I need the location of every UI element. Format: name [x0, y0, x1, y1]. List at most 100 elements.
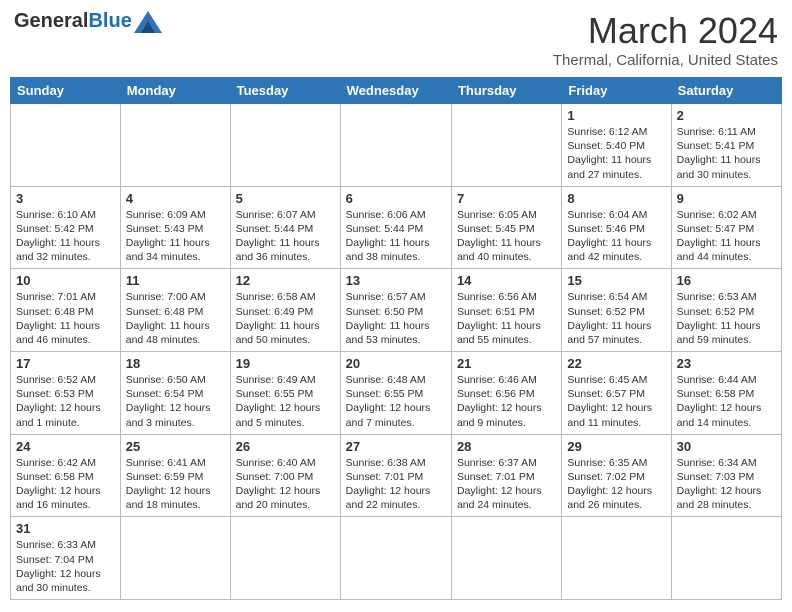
day-number: 10 — [16, 273, 115, 288]
day-number: 22 — [567, 356, 665, 371]
logo-blue-text: Blue — [88, 10, 131, 33]
day-number: 3 — [16, 191, 115, 206]
calendar-cell: 5Sunrise: 6:07 AM Sunset: 5:44 PM Daylig… — [230, 186, 340, 269]
calendar-cell — [340, 104, 451, 187]
day-info: Sunrise: 6:53 AM Sunset: 6:52 PM Dayligh… — [677, 290, 776, 347]
calendar-cell — [11, 104, 121, 187]
calendar-cell — [230, 517, 340, 600]
day-number: 4 — [126, 191, 225, 206]
calendar-table: SundayMondayTuesdayWednesdayThursdayFrid… — [10, 77, 782, 600]
calendar-cell: 21Sunrise: 6:46 AM Sunset: 6:56 PM Dayli… — [451, 352, 561, 435]
calendar-cell: 11 Sunrise: 7:00 AM Sunset: 6:48 PM Dayli… — [120, 269, 230, 352]
calendar-cell: 16Sunrise: 6:53 AM Sunset: 6:52 PM Dayli… — [671, 269, 781, 352]
calendar-cell: 22 Sunrise: 6:45 AM Sunset: 6:57 PM Dayli… — [562, 352, 671, 435]
logo-icon — [134, 11, 162, 33]
day-number: 2 — [677, 108, 776, 123]
calendar-cell: 9 Sunrise: 6:02 AM Sunset: 5:47 PM Daylig… — [671, 186, 781, 269]
calendar-cell: 12 Sunrise: 6:58 AM Sunset: 6:49 PM Dayli… — [230, 269, 340, 352]
calendar-cell: 18 Sunrise: 6:50 AM Sunset: 6:54 PM Dayli… — [120, 352, 230, 435]
day-number: 26 — [236, 439, 335, 454]
calendar-cell: 15 Sunrise: 6:54 AM Sunset: 6:52 PM Dayli… — [562, 269, 671, 352]
day-info: Sunrise: 6:58 AM Sunset: 6:49 PM Dayligh… — [236, 290, 335, 347]
calendar-cell — [671, 517, 781, 600]
day-info: Sunrise: 6:34 AM Sunset: 7:03 PM Dayligh… — [677, 456, 776, 513]
weekday-header: Saturday — [671, 78, 781, 104]
day-number: 23 — [677, 356, 776, 371]
calendar-cell: 7 Sunrise: 6:05 AM Sunset: 5:45 PM Daylig… — [451, 186, 561, 269]
weekday-header: Friday — [562, 78, 671, 104]
weekday-header: Monday — [120, 78, 230, 104]
calendar-week-row: 31 Sunrise: 6:33 AM Sunset: 7:04 PM Dayli… — [11, 517, 782, 600]
calendar-cell: 28Sunrise: 6:37 AM Sunset: 7:01 PM Dayli… — [451, 434, 561, 517]
calendar-cell: 19 Sunrise: 6:49 AM Sunset: 6:55 PM Dayli… — [230, 352, 340, 435]
calendar-cell — [120, 517, 230, 600]
calendar-cell: 25 Sunrise: 6:41 AM Sunset: 6:59 PM Dayli… — [120, 434, 230, 517]
day-info: Sunrise: 6:49 AM Sunset: 6:55 PM Dayligh… — [236, 373, 335, 430]
calendar-cell: 2 Sunrise: 6:11 AM Sunset: 5:41 PM Daylig… — [671, 104, 781, 187]
calendar-cell — [230, 104, 340, 187]
calendar-cell: 23 Sunrise: 6:44 AM Sunset: 6:58 PM Dayli… — [671, 352, 781, 435]
weekday-header: Sunday — [11, 78, 121, 104]
day-number: 6 — [346, 191, 446, 206]
day-info: Sunrise: 6:45 AM Sunset: 6:57 PM Dayligh… — [567, 373, 665, 430]
day-info: Sunrise: 6:02 AM Sunset: 5:47 PM Dayligh… — [677, 208, 776, 265]
day-info: Sunrise: 6:10 AM Sunset: 5:42 PM Dayligh… — [16, 208, 115, 265]
day-number: 13 — [346, 273, 446, 288]
day-info: Sunrise: 6:50 AM Sunset: 6:54 PM Dayligh… — [126, 373, 225, 430]
day-number: 19 — [236, 356, 335, 371]
calendar-cell: 4Sunrise: 6:09 AM Sunset: 5:43 PM Daylig… — [120, 186, 230, 269]
calendar-cell: 27 Sunrise: 6:38 AM Sunset: 7:01 PM Dayli… — [340, 434, 451, 517]
day-number: 8 — [567, 191, 665, 206]
day-info: Sunrise: 6:41 AM Sunset: 6:59 PM Dayligh… — [126, 456, 225, 513]
day-info: Sunrise: 6:42 AM Sunset: 6:58 PM Dayligh… — [16, 456, 115, 513]
calendar-cell: 3 Sunrise: 6:10 AM Sunset: 5:42 PM Daylig… — [11, 186, 121, 269]
calendar-cell — [120, 104, 230, 187]
calendar-week-row: 10 Sunrise: 7:01 AM Sunset: 6:48 PM Dayli… — [11, 269, 782, 352]
location-title: Thermal, California, United States — [553, 52, 778, 69]
calendar-cell: 31 Sunrise: 6:33 AM Sunset: 7:04 PM Dayli… — [11, 517, 121, 600]
day-number: 9 — [677, 191, 776, 206]
day-info: Sunrise: 7:00 AM Sunset: 6:48 PM Dayligh… — [126, 290, 225, 347]
day-info: Sunrise: 6:44 AM Sunset: 6:58 PM Dayligh… — [677, 373, 776, 430]
day-number: 5 — [236, 191, 335, 206]
day-number: 31 — [16, 521, 115, 536]
logo: General Blue — [14, 10, 162, 33]
day-info: Sunrise: 6:38 AM Sunset: 7:01 PM Dayligh… — [346, 456, 446, 513]
day-number: 18 — [126, 356, 225, 371]
calendar-cell: 13 Sunrise: 6:57 AM Sunset: 6:50 PM Dayli… — [340, 269, 451, 352]
weekday-header: Thursday — [451, 78, 561, 104]
day-info: Sunrise: 6:54 AM Sunset: 6:52 PM Dayligh… — [567, 290, 665, 347]
title-section: March 2024 Thermal, California, United S… — [553, 10, 778, 69]
calendar-cell: 29Sunrise: 6:35 AM Sunset: 7:02 PM Dayli… — [562, 434, 671, 517]
calendar-cell — [340, 517, 451, 600]
weekday-header: Tuesday — [230, 78, 340, 104]
calendar-week-row: 17Sunrise: 6:52 AM Sunset: 6:53 PM Dayli… — [11, 352, 782, 435]
calendar-cell: 8 Sunrise: 6:04 AM Sunset: 5:46 PM Daylig… — [562, 186, 671, 269]
day-number: 30 — [677, 439, 776, 454]
day-info: Sunrise: 6:57 AM Sunset: 6:50 PM Dayligh… — [346, 290, 446, 347]
calendar-cell: 6Sunrise: 6:06 AM Sunset: 5:44 PM Daylig… — [340, 186, 451, 269]
day-info: Sunrise: 6:46 AM Sunset: 6:56 PM Dayligh… — [457, 373, 556, 430]
day-number: 27 — [346, 439, 446, 454]
day-number: 29 — [567, 439, 665, 454]
day-number: 7 — [457, 191, 556, 206]
day-number: 15 — [567, 273, 665, 288]
calendar-week-row: 1Sunrise: 6:12 AM Sunset: 5:40 PM Daylig… — [11, 104, 782, 187]
day-info: Sunrise: 6:40 AM Sunset: 7:00 PM Dayligh… — [236, 456, 335, 513]
day-info: Sunrise: 6:05 AM Sunset: 5:45 PM Dayligh… — [457, 208, 556, 265]
day-info: Sunrise: 6:04 AM Sunset: 5:46 PM Dayligh… — [567, 208, 665, 265]
calendar-cell: 26 Sunrise: 6:40 AM Sunset: 7:00 PM Dayli… — [230, 434, 340, 517]
day-number: 12 — [236, 273, 335, 288]
day-info: Sunrise: 6:12 AM Sunset: 5:40 PM Dayligh… — [567, 125, 665, 182]
day-info: Sunrise: 6:11 AM Sunset: 5:41 PM Dayligh… — [677, 125, 776, 182]
calendar-week-row: 3 Sunrise: 6:10 AM Sunset: 5:42 PM Daylig… — [11, 186, 782, 269]
calendar-cell — [451, 517, 561, 600]
day-number: 11 — [126, 273, 225, 288]
calendar-cell: 1Sunrise: 6:12 AM Sunset: 5:40 PM Daylig… — [562, 104, 671, 187]
day-number: 25 — [126, 439, 225, 454]
calendar-cell — [451, 104, 561, 187]
day-info: Sunrise: 6:33 AM Sunset: 7:04 PM Dayligh… — [16, 538, 115, 595]
logo-general-text: General — [14, 10, 88, 33]
day-info: Sunrise: 7:01 AM Sunset: 6:48 PM Dayligh… — [16, 290, 115, 347]
day-info: Sunrise: 6:48 AM Sunset: 6:55 PM Dayligh… — [346, 373, 446, 430]
